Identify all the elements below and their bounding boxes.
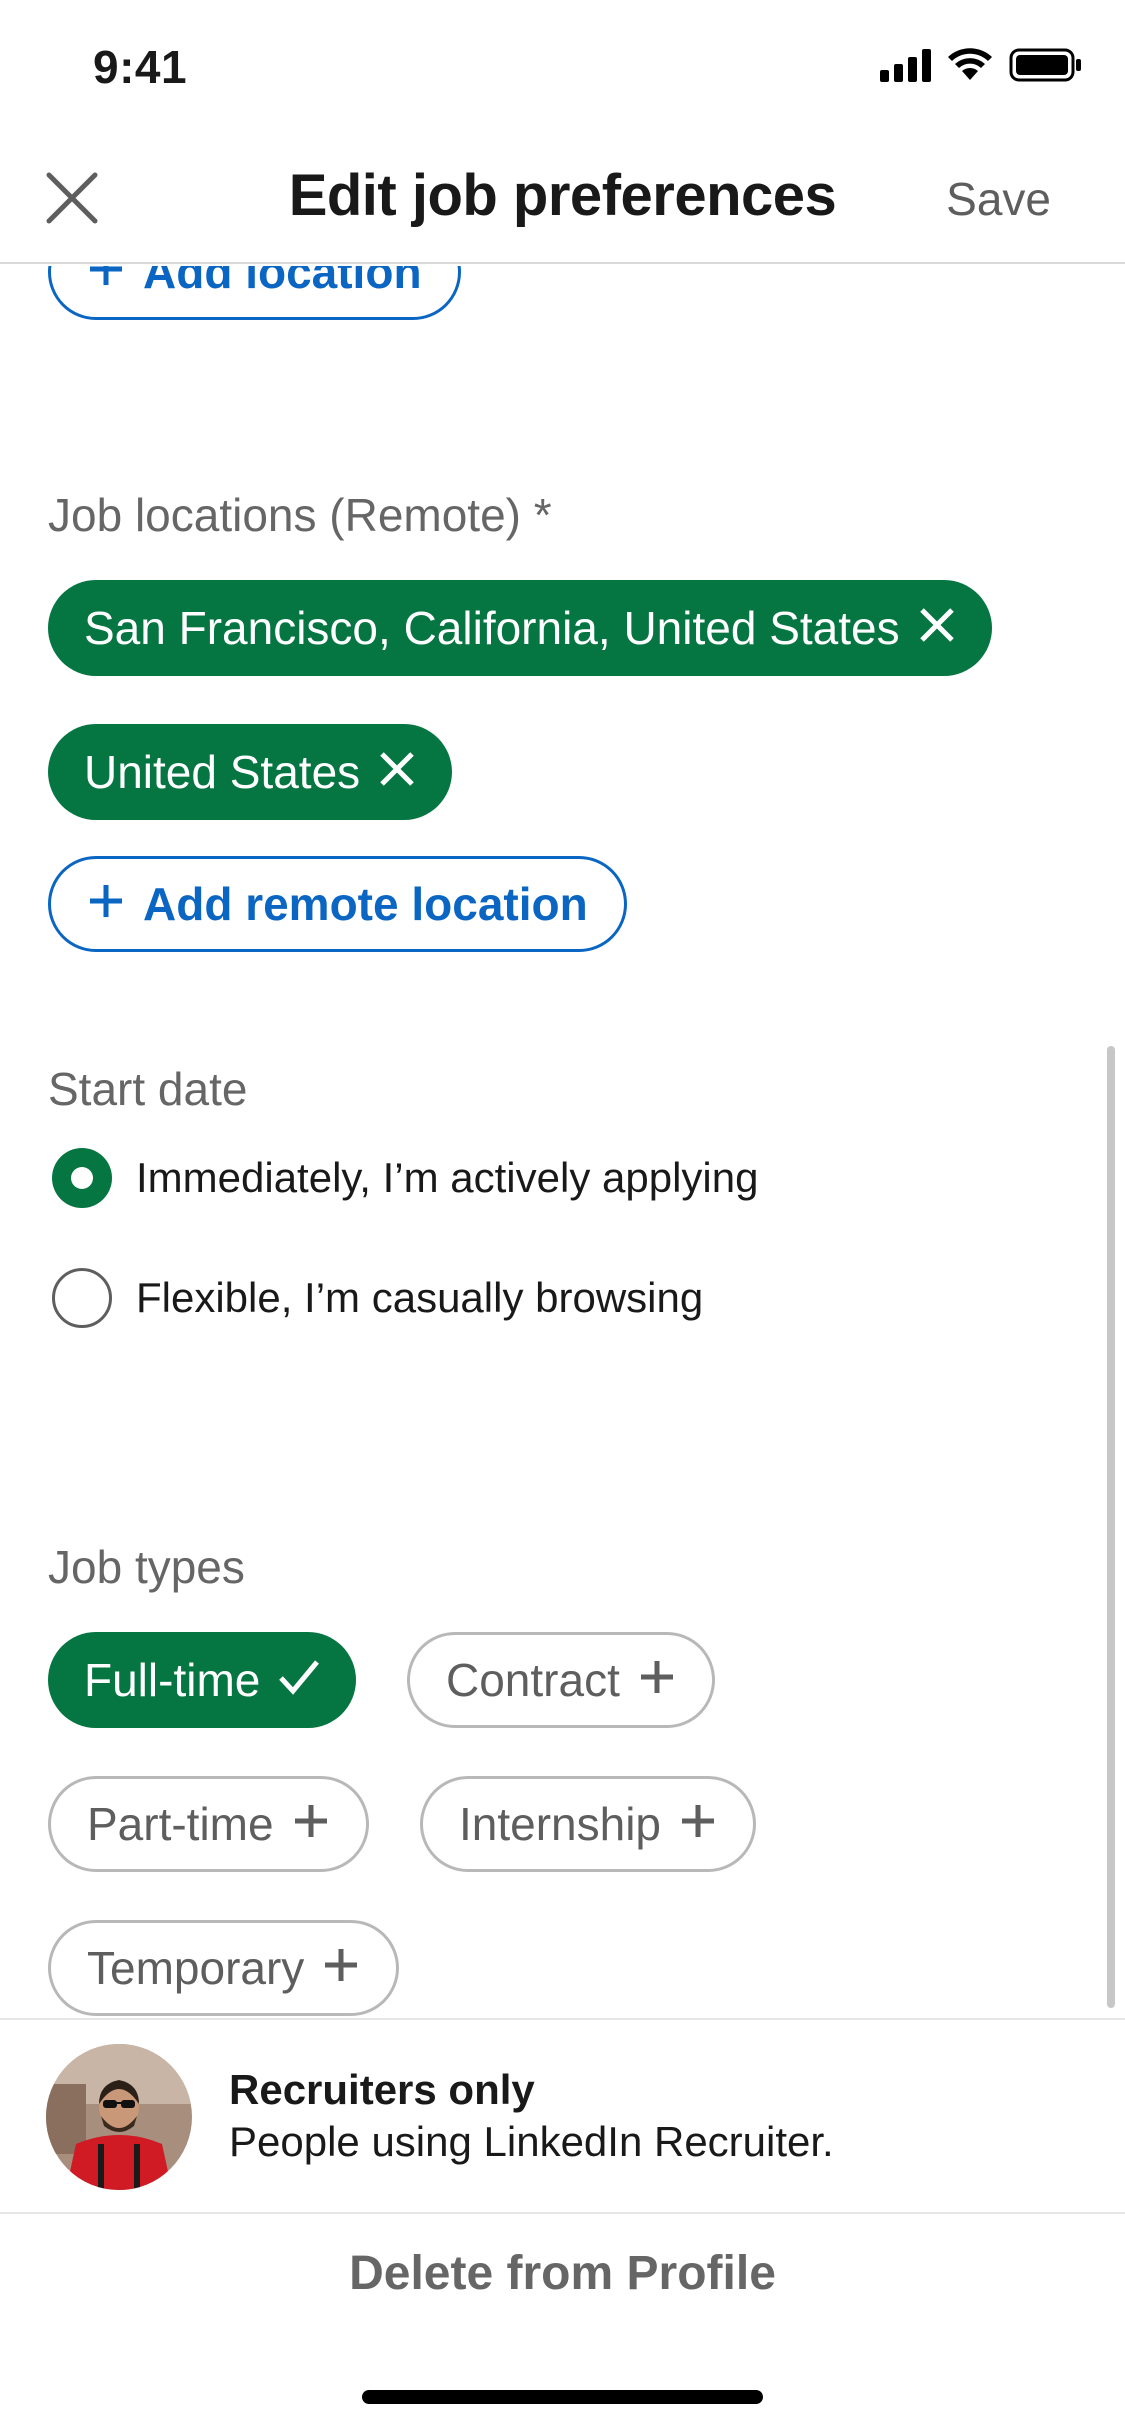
chip-label: Part-time <box>87 1798 274 1850</box>
status-time: 9:41 <box>93 41 188 93</box>
remove-icon[interactable] <box>918 601 956 655</box>
radio-selected[interactable] <box>52 1148 112 1208</box>
remote-location-chip[interactable]: United States <box>48 724 453 820</box>
radio-unselected[interactable] <box>52 1268 112 1328</box>
visibility-row[interactable]: Recruiters only People using LinkedIn Re… <box>0 2018 1125 2214</box>
plus-icon <box>679 1797 717 1851</box>
plus-icon <box>87 266 125 299</box>
status-bar: 9:41 <box>0 0 1125 132</box>
add-location-button[interactable]: Add location <box>48 266 461 320</box>
status-icons <box>880 48 1083 82</box>
radio-label: Flexible, I’m casually browsing <box>136 1274 704 1321</box>
start-date-label: Start date <box>48 1063 248 1115</box>
check-icon <box>278 1653 320 1707</box>
plus-icon <box>292 1797 330 1851</box>
add-remote-location-button[interactable]: Add remote location <box>48 856 627 952</box>
remote-locations-label: Job locations (Remote) * <box>48 489 552 541</box>
home-indicator[interactable] <box>362 2390 763 2404</box>
delete-from-profile-button[interactable]: Delete from Profile <box>0 2246 1125 2301</box>
battery-icon <box>1009 48 1081 82</box>
chip-label: United States <box>84 746 361 798</box>
form-content: Add location Job locations (Remote) * Sa… <box>0 266 1125 2018</box>
chip-label: Temporary <box>87 1942 305 1994</box>
chip-label: Full-time <box>84 1654 261 1706</box>
add-remote-location-label: Add remote location <box>143 878 588 930</box>
chip-label: Contract <box>446 1654 620 1706</box>
job-type-chip-internship[interactable]: Internship <box>420 1776 757 1872</box>
remote-location-chip[interactable]: San Francisco, California, United States <box>48 580 992 676</box>
job-types-label: Job types <box>48 1541 245 1593</box>
save-button[interactable]: Save <box>946 172 1051 226</box>
plus-icon <box>87 877 125 931</box>
chip-label: Internship <box>459 1798 662 1850</box>
wifi-icon <box>948 48 992 80</box>
start-date-option-flexible[interactable]: Flexible, I’m casually browsing <box>52 1268 703 1328</box>
avatar <box>46 2044 192 2190</box>
job-type-chip-part-time[interactable]: Part-time <box>48 1776 369 1872</box>
start-date-option-immediately[interactable]: Immediately, I’m actively applying <box>52 1148 758 1208</box>
add-location-label: Add location <box>143 266 422 298</box>
nav-header: Edit job preferences Save <box>0 132 1125 264</box>
visibility-title: Recruiters only <box>229 2066 535 2113</box>
screen: 9:41 Edit job preferences Save Add locat… <box>0 0 1125 2436</box>
visibility-subtitle: People using LinkedIn Recruiter. <box>229 2118 834 2165</box>
plus-icon <box>638 1653 676 1707</box>
job-type-chip-temporary[interactable]: Temporary <box>48 1920 400 2016</box>
job-type-chip-contract[interactable]: Contract <box>407 1632 715 1728</box>
remove-icon[interactable] <box>378 745 416 799</box>
chip-label: San Francisco, California, United States <box>84 602 900 654</box>
radio-label: Immediately, I’m actively applying <box>136 1154 759 1201</box>
scrollbar[interactable] <box>1107 1046 1115 2008</box>
job-type-chip-full-time[interactable]: Full-time <box>48 1632 357 1728</box>
plus-icon <box>322 1941 360 1995</box>
cellular-signal-icon <box>880 48 931 82</box>
